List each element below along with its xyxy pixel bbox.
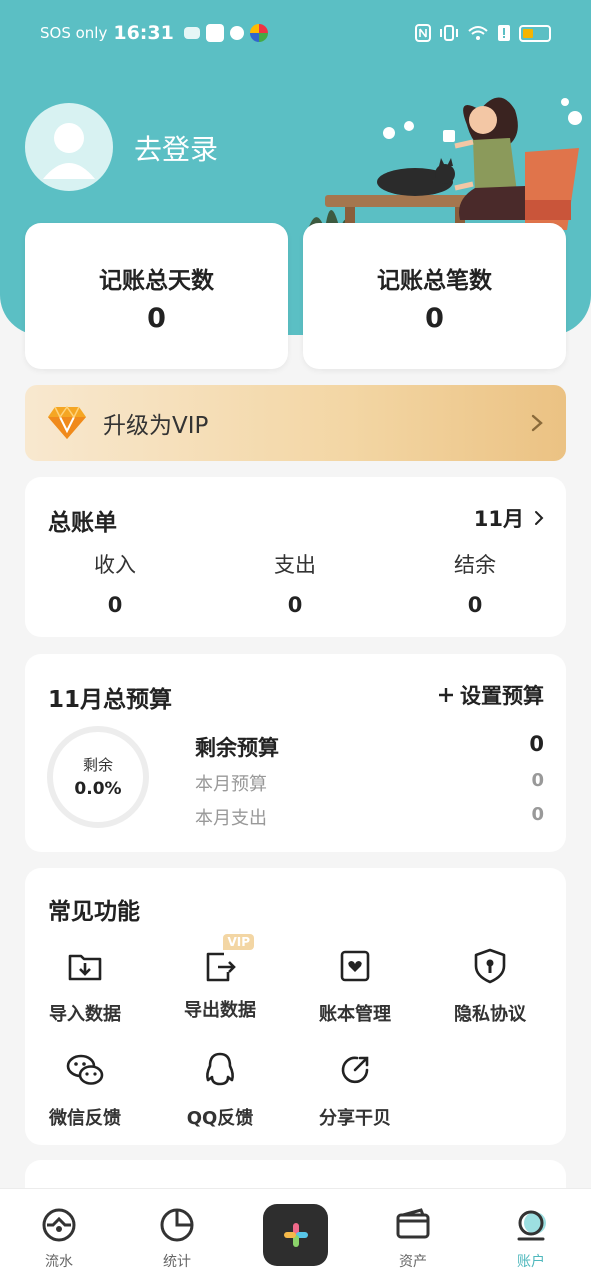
colorful-app-icon [249,24,268,42]
share-button[interactable]: 分享干贝 [295,1050,415,1130]
diamond-icon [48,405,86,439]
tab-assets-label: 资产 [399,1254,427,1270]
plus-icon [283,1223,308,1247]
month-label: 11月 [473,507,524,531]
budget-title: 11月总预算 [48,687,173,713]
set-budget-label: 设置预算 [460,684,544,708]
share-label: 分享干贝 [319,1108,391,1129]
status-bar: SOS only 16:31 [0,0,591,66]
flow-icon [42,1208,76,1242]
monthly-budget-row: 本月预算 0 [195,770,544,796]
balance-label: 结余 [454,553,496,577]
vip-badge: VIP [223,934,254,950]
chevron-right-icon [535,511,544,525]
expense-value: 0 [287,593,303,617]
income-column: 收入 0 [55,549,175,617]
total-days-label: 记账总天数 [99,268,214,294]
tab-assets[interactable]: 资产 [368,1205,458,1271]
alert-icon [498,25,510,41]
tab-flow-label: 流水 [45,1254,73,1270]
monthly-spend-row: 本月支出 0 [195,804,544,830]
wifi-icon [468,26,488,40]
shield-app-icon [205,24,224,42]
remaining-budget-value: 0 [529,732,544,756]
vibrate-icon [440,25,458,41]
chevron-right-icon [531,414,543,432]
export-icon [206,952,236,982]
vip-label: 升级为VIP [103,413,209,439]
expense-column: 支出 0 [235,549,355,617]
pie-chart-icon [160,1208,194,1242]
monthly-budget-value: 0 [531,770,544,791]
tab-account-label: 账户 [517,1254,545,1270]
monthly-spend-label: 本月支出 [195,808,267,829]
budget-card: 11月总预算 设置预算 剩余 0.0% 剩余预算 0 本月预算 0 本月支出 0 [25,654,566,852]
security-icon [229,26,244,40]
total-entries-value: 0 [425,303,444,334]
month-selector[interactable]: 11月 [474,503,544,533]
income-label: 收入 [94,553,136,577]
export-icon-wrap: VIP [200,934,254,986]
monthly-spend-value: 0 [531,804,544,825]
tab-statistics[interactable]: 统计 [132,1205,222,1271]
import-data-label: 导入数据 [49,1004,121,1025]
export-data-button[interactable]: VIP 导出数据 [160,934,280,1022]
total-bill-card: 总账单 11月 收入 0 支出 0 结余 0 [25,477,566,637]
avatar[interactable] [25,103,113,191]
bottom-tab-bar: 流水 统计 资产 账户 [0,1188,591,1280]
carrier-text: SOS only [40,24,108,42]
add-record-button[interactable] [263,1204,328,1266]
wallet-icon [396,1208,430,1239]
privacy-policy-label: 隐私协议 [454,1004,526,1025]
budget-ring: 剩余 0.0% [47,726,149,828]
income-value: 0 [107,593,123,617]
game-icon [183,27,200,39]
common-functions-card: 常见功能 导入数据 VIP 导出数据 账本管理 隐私协议 微信反馈 QQ反馈 分… [25,868,566,1145]
set-budget-button[interactable]: 设置预算 [438,680,544,710]
balance-column: 结余 0 [415,549,535,617]
wechat-feedback-label: 微信反馈 [49,1108,121,1129]
monthly-budget-label: 本月预算 [195,774,267,795]
ledger-management-label: 账本管理 [319,1004,391,1025]
vip-upgrade-banner[interactable]: 升级为VIP [25,385,566,461]
share-icon [341,1056,369,1084]
tab-statistics-label: 统计 [163,1254,191,1270]
tab-flow[interactable]: 流水 [14,1205,104,1271]
balance-value: 0 [467,593,483,617]
privacy-shield-icon [474,948,506,984]
total-entries-card: 记账总笔数 0 [303,223,566,369]
nfc-icon [415,24,431,42]
total-days-value: 0 [147,303,166,334]
ledger-management-button[interactable]: 账本管理 [295,946,415,1026]
qq-feedback-label: QQ反馈 [186,1108,254,1129]
functions-title: 常见功能 [48,899,140,925]
qq-icon [206,1052,234,1086]
expense-label: 支出 [274,553,316,577]
user-placeholder-icon [43,123,95,179]
ring-label: 剩余 [82,756,113,774]
bill-title: 总账单 [48,510,117,536]
wechat-feedback-button[interactable]: 微信反馈 [25,1050,145,1130]
total-days-card: 记账总天数 0 [25,223,288,369]
login-link[interactable]: 去登录 [134,128,218,168]
battery-icon [519,24,551,42]
import-folder-icon [68,954,102,981]
clock: 16:31 [113,22,174,44]
qq-feedback-button[interactable]: QQ反馈 [160,1050,280,1130]
remaining-budget-label: 剩余预算 [195,736,279,760]
ledger-heart-icon [340,950,370,982]
export-data-label: 导出数据 [184,1000,256,1021]
status-icons [415,24,551,42]
plus-icon [439,688,453,702]
remaining-budget-row: 剩余预算 0 [195,732,544,762]
total-entries-label: 记账总笔数 [377,268,492,294]
wechat-icon [66,1054,104,1085]
account-icon [517,1210,546,1241]
import-data-button[interactable]: 导入数据 [25,946,145,1026]
privacy-policy-button[interactable]: 隐私协议 [430,946,550,1026]
ring-percent: 0.0% [74,779,122,799]
tab-account[interactable]: 账户 [486,1205,576,1271]
